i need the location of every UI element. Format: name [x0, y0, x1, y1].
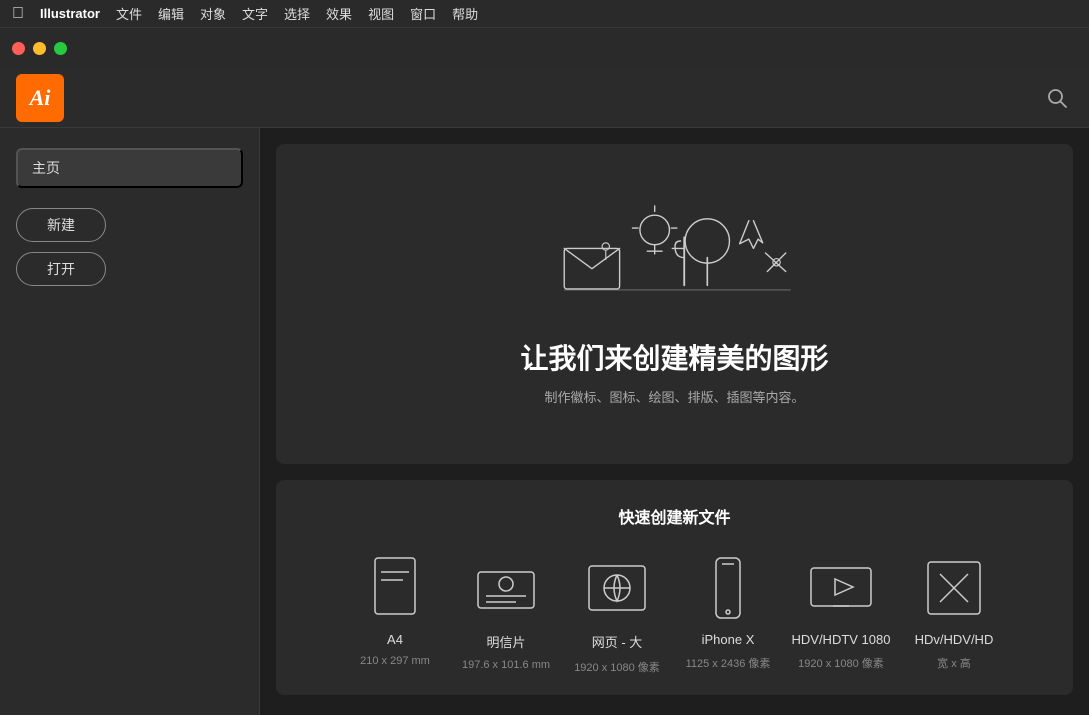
template-size-3: 1125 x 2436 像素 — [686, 655, 771, 671]
ai-logo: Ai — [16, 74, 64, 122]
template-size-4: 1920 x 1080 像素 — [798, 655, 884, 671]
close-button[interactable] — [12, 42, 25, 55]
template-size-2: 1920 x 1080 像素 — [574, 659, 660, 675]
template-grid: A4 210 x 297 mm 明信片 197.6 x 101.6 mm 网页 - 大 1… — [296, 552, 1053, 675]
menu-file[interactable]: 文件 — [116, 4, 142, 23]
main-layout: 主页 新建 打开 — [0, 128, 1089, 715]
new-button[interactable]: 新建 — [16, 208, 106, 242]
template-item-postcard[interactable]: 明信片 197.6 x 101.6 mm — [459, 552, 554, 675]
template-name-2: 网页 - 大 — [592, 632, 643, 651]
quick-create-section: 快速创建新文件 A4 210 x 297 mm 明信片 197.6 x 101.6 m… — [276, 480, 1073, 695]
app-name: Illustrator — [40, 6, 100, 21]
template-icon-custom — [918, 552, 990, 624]
template-name-1: 明信片 — [486, 632, 525, 651]
template-icon-postcard — [470, 552, 542, 624]
maximize-button[interactable] — [54, 42, 67, 55]
apple-menu[interactable]:  — [12, 5, 24, 23]
quick-create-title: 快速创建新文件 — [296, 504, 1053, 528]
hero-subtitle: 制作徽标、图标、绘图、排版、插图等内容。 — [544, 387, 804, 406]
menu-edit[interactable]: 编辑 — [158, 4, 184, 23]
menu-window[interactable]: 窗口 — [410, 4, 436, 23]
template-item-hdtv[interactable]: HDV/HDTV 1080 1920 x 1080 像素 — [792, 552, 891, 675]
template-item-web[interactable]: 网页 - 大 1920 x 1080 像素 — [570, 552, 665, 675]
menu-view[interactable]: 视图 — [368, 4, 394, 23]
template-item-a4[interactable]: A4 210 x 297 mm — [348, 552, 443, 675]
template-size-1: 197.6 x 101.6 mm — [462, 659, 550, 671]
toolbar: Ai — [0, 68, 1089, 128]
sidebar-buttons: 新建 打开 — [16, 208, 243, 286]
menu-object[interactable]: 对象 — [200, 4, 226, 23]
template-name-3: iPhone X — [702, 632, 755, 647]
menu-select[interactable]: 选择 — [284, 4, 310, 23]
menu-help[interactable]: 帮助 — [452, 4, 478, 23]
search-button[interactable] — [1041, 82, 1073, 114]
hero-title: 让我们来创建精美的图形 — [520, 337, 828, 377]
template-icon-iphone — [692, 552, 764, 624]
template-name-0: A4 — [387, 632, 403, 647]
menu-text[interactable]: 文字 — [242, 4, 268, 23]
minimize-button[interactable] — [33, 42, 46, 55]
traffic-lights — [0, 28, 1089, 68]
template-name-5: HDv/HDV/HD — [915, 632, 994, 647]
menu-effect[interactable]: 效果 — [326, 4, 352, 23]
open-button[interactable]: 打开 — [16, 252, 106, 286]
template-icon-hdtv — [805, 552, 877, 624]
template-item-iphone[interactable]: iPhone X 1125 x 2436 像素 — [681, 552, 776, 675]
hero-section: 让我们来创建精美的图形 制作徽标、图标、绘图、排版、插图等内容。 — [276, 144, 1073, 464]
template-icon-web — [581, 552, 653, 624]
content-area: 让我们来创建精美的图形 制作徽标、图标、绘图、排版、插图等内容。 快速创建新文件… — [260, 128, 1089, 715]
template-size-0: 210 x 297 mm — [360, 655, 430, 667]
template-item-custom[interactable]: HDv/HDV/HD 宽 x 高 — [906, 552, 1001, 675]
sidebar: 主页 新建 打开 — [0, 128, 260, 715]
home-button[interactable]: 主页 — [16, 148, 243, 188]
menubar:  Illustrator 文件 编辑 对象 文字 选择 效果 视图 窗口 帮助 — [0, 0, 1089, 28]
template-icon-a4 — [359, 552, 431, 624]
hero-illustration — [555, 193, 795, 313]
template-size-5: 宽 x 高 — [937, 655, 971, 671]
template-name-4: HDV/HDTV 1080 — [792, 632, 891, 647]
